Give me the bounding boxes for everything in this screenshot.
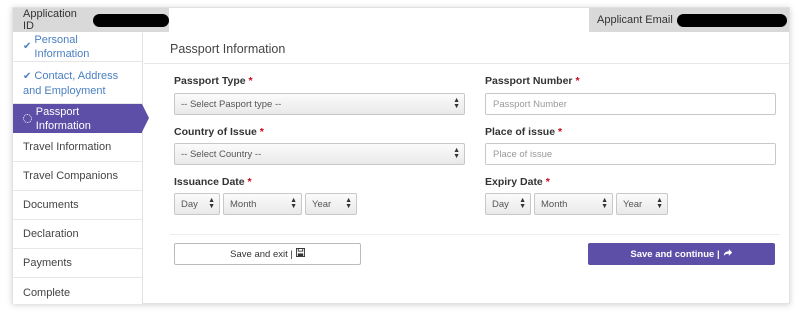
required-marker: * xyxy=(259,126,264,138)
country-of-issue-label-text: Country of Issue xyxy=(174,126,257,138)
sidebar-item-contact-address-employment[interactable]: ✔ Contact, Address and Employment xyxy=(13,62,142,104)
passport-number-placeholder: Passport Number xyxy=(493,98,567,110)
applicant-email-redacted xyxy=(676,13,787,27)
issuance-year-select[interactable]: Year ▲ ▼ xyxy=(305,193,357,215)
sidebar-item-label: Passport Information xyxy=(35,105,91,132)
issuance-month-value: Month xyxy=(230,198,257,210)
select-caret-icon: ▲ ▼ xyxy=(656,197,663,210)
place-of-issue-placeholder: Place of issue xyxy=(493,148,553,160)
issuance-date-label-text: Issuance Date xyxy=(174,176,245,188)
issuance-day-select[interactable]: Day ▲ ▼ xyxy=(174,193,220,215)
required-marker: * xyxy=(247,176,252,188)
select-caret-icon: ▲ ▼ xyxy=(290,197,297,210)
sidebar-item-label: Complete xyxy=(23,286,71,299)
place-of-issue-input[interactable]: Place of issue xyxy=(485,143,776,165)
issuance-date-label: Issuance Date * xyxy=(174,176,252,188)
sidebar-item-travel-companions[interactable]: Travel Companions xyxy=(13,162,142,191)
required-marker: * xyxy=(557,126,563,138)
country-of-issue-select[interactable]: -- Select Country -- ▲ ▼ xyxy=(174,143,465,165)
panel-title: Passport Information xyxy=(170,42,286,56)
application-id-label: Application ID xyxy=(23,8,77,32)
issuance-year-value: Year xyxy=(312,198,332,210)
passport-form-panel: Passport Information Passport Type * -- … xyxy=(144,33,789,304)
sidebar-item-declaration[interactable]: Declaration xyxy=(13,220,142,249)
sidebar-item-label: Payments xyxy=(23,257,72,269)
save-and-exit-button[interactable]: Save and exit | xyxy=(174,243,361,265)
sidebar-item-payments[interactable]: Payments xyxy=(13,249,142,278)
sidebar-item-label: Declaration xyxy=(23,228,79,240)
expiry-date-label-text: Expiry Date xyxy=(485,176,543,188)
country-of-issue-label: Country of Issue * xyxy=(174,126,264,138)
select-caret-icon: ▲ ▼ xyxy=(208,197,215,210)
passport-number-input[interactable]: Passport Number xyxy=(485,93,776,115)
buttons-divider xyxy=(170,234,780,235)
sidebar-item-documents[interactable]: Documents xyxy=(13,191,142,220)
select-caret-icon: ▲ ▼ xyxy=(453,97,460,110)
passport-type-select[interactable]: -- Select Pasport type -- ▲ ▼ xyxy=(174,93,465,115)
select-caret-icon: ▲ ▼ xyxy=(453,147,460,160)
application-id: Application ID xyxy=(13,8,169,32)
sidebar-item-label: Personal Information xyxy=(34,34,90,60)
expiry-year-value: Year xyxy=(623,198,643,210)
passport-type-label-text: Passport Type xyxy=(174,75,246,87)
required-marker: * xyxy=(545,176,550,188)
required-marker: * xyxy=(248,75,253,87)
expiry-month-value: Month xyxy=(541,198,568,210)
sidebar-item-personal-information[interactable]: ✔ Personal Information xyxy=(13,33,142,62)
select-caret-icon: ▲ ▼ xyxy=(601,197,608,210)
applicant-email-label: Applicant Email xyxy=(597,14,673,26)
sidebar-item-passport-information[interactable]: Passport Information xyxy=(13,104,149,133)
country-of-issue-value: -- Select Country -- xyxy=(181,148,262,160)
sidebar-item-label: Travel Companions xyxy=(23,170,118,182)
checkmark-icon: ✔ xyxy=(23,41,32,52)
expiry-year-select[interactable]: Year ▲ ▼ xyxy=(616,193,668,215)
expiry-date-label: Expiry Date * xyxy=(485,176,550,188)
spinner-icon xyxy=(23,114,32,123)
application-id-redacted xyxy=(93,13,169,27)
save-and-continue-label: Save and continue | xyxy=(630,248,720,260)
issuance-day-value: Day xyxy=(181,198,198,210)
save-and-continue-button[interactable]: Save and continue | xyxy=(588,243,775,265)
place-of-issue-label: Place of issue * xyxy=(485,126,562,138)
sidebar-item-travel-information[interactable]: Travel Information xyxy=(13,133,142,162)
passport-number-label-text: Passport Number xyxy=(485,75,573,87)
floppy-disk-icon xyxy=(295,248,305,260)
sidebar-item-complete[interactable]: Complete xyxy=(13,278,142,307)
save-and-exit-label: Save and exit | xyxy=(230,248,293,260)
passport-number-label: Passport Number * xyxy=(485,75,580,87)
expiry-day-value: Day xyxy=(492,198,509,210)
passport-type-value: -- Select Pasport type -- xyxy=(181,98,282,110)
expiry-month-select[interactable]: Month ▲ ▼ xyxy=(534,193,613,215)
checkmark-icon: ✔ xyxy=(23,71,32,82)
share-arrow-icon xyxy=(723,248,733,260)
applicant-email: Applicant Email xyxy=(589,8,789,32)
sidebar-item-label: Travel Information xyxy=(23,141,112,153)
sidebar-item-label: ✔ Contact, Address and Employment xyxy=(23,69,134,98)
required-marker: * xyxy=(575,75,580,87)
title-divider xyxy=(144,63,789,64)
place-of-issue-label-text: Place of issue xyxy=(485,126,556,138)
sidebar-item-label: Documents xyxy=(23,199,79,211)
expiry-day-select[interactable]: Day ▲ ▼ xyxy=(485,193,531,215)
steps-sidebar: ✔ Personal Information ✔ Contact, Address… xyxy=(13,33,149,307)
application-card: Application ID Applicant Email ✔ Persona… xyxy=(12,7,790,304)
sidebar-item-text: Contact, Address and Employment xyxy=(23,70,119,97)
application-header: Application ID Applicant Email xyxy=(13,8,789,32)
select-caret-icon: ▲ ▼ xyxy=(345,197,352,210)
issuance-month-select[interactable]: Month ▲ ▼ xyxy=(223,193,302,215)
passport-type-label: Passport Type * xyxy=(174,75,253,87)
select-caret-icon: ▲ ▼ xyxy=(519,197,526,210)
